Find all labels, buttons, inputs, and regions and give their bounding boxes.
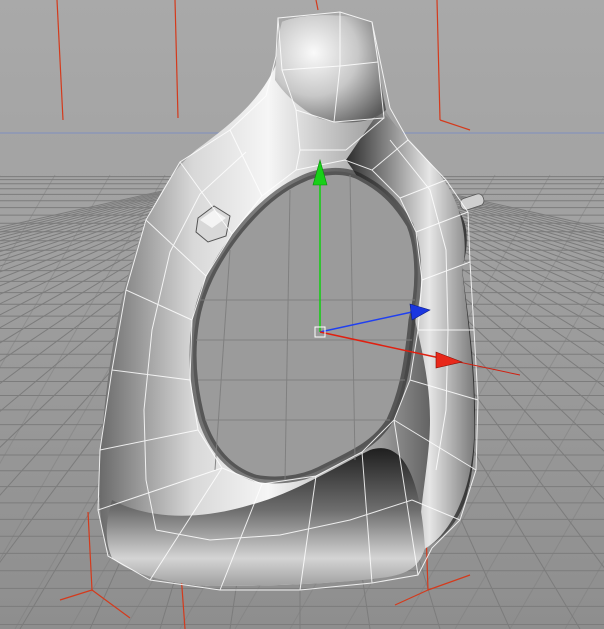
3d-viewport[interactable] <box>0 0 604 629</box>
viewport-canvas[interactable] <box>0 0 604 629</box>
